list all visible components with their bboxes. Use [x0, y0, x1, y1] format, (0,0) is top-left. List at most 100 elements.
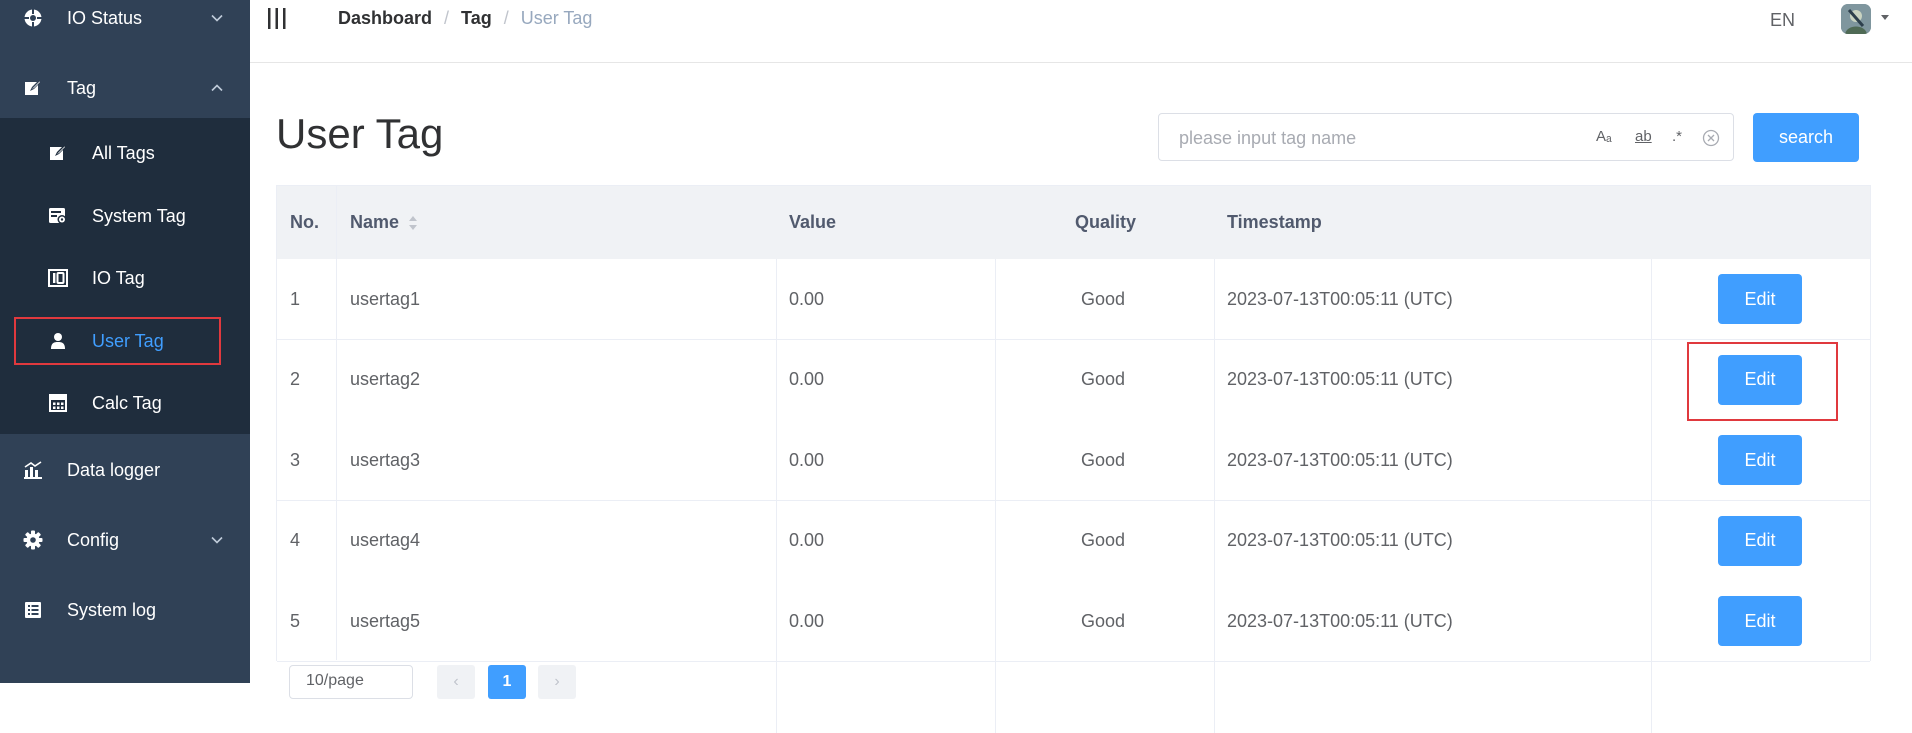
- sidebar-item-all-tags[interactable]: All Tags: [0, 125, 250, 181]
- sidebar-item-calc-tag[interactable]: Calc Tag: [0, 375, 250, 431]
- column-divider: [776, 259, 777, 733]
- breadcrumb-user-tag: User Tag: [520, 8, 593, 28]
- breadcrumb-tag[interactable]: Tag: [461, 8, 492, 29]
- edit-button[interactable]: Edit: [1718, 274, 1802, 324]
- system-tag-icon: [47, 205, 69, 227]
- table-header: No. Name Value Quality Timestamp: [277, 186, 1870, 260]
- cell-timestamp: 2023-07-13T00:05:11 (UTC): [1227, 369, 1453, 389]
- sidebar-item-io-tag[interactable]: IO Tag: [0, 250, 250, 306]
- sidebar-item-user-tag[interactable]: User Tag: [0, 313, 250, 369]
- cell-value: 0.00: [789, 369, 825, 389]
- cell-value: 0.00: [789, 288, 825, 309]
- all-tags-icon: [47, 142, 69, 164]
- cell-name: usertag2: [350, 369, 421, 389]
- cell-timestamp: 2023-07-13T00:05:11 (UTC): [1227, 530, 1453, 550]
- cell-quality: Good: [1081, 449, 1126, 470]
- table-row: 2 usertag2 0.00 Good 2023-07-13T00:05:11 (UT…: [277, 339, 1870, 421]
- table-row: 5 usertag5 0.00 Good 2023-07-13T00:05:11 (UT…: [277, 581, 1870, 662]
- sidebar-item-system-tag[interactable]: System Tag: [0, 188, 250, 244]
- cell-timestamp: 2023-07-13T00:05:11 (UTC): [1227, 610, 1453, 631]
- sidebar-item-all-tags-label: All Tags: [92, 142, 155, 163]
- sidebar-item-user-tag-label: User Tag: [92, 330, 164, 351]
- io-status-icon: [22, 7, 44, 29]
- match-case-icon[interactable]: Aₐ: [1596, 128, 1612, 145]
- column-divider: [1651, 259, 1652, 733]
- menu-io-status[interactable]: IO Status: [0, 0, 250, 46]
- match-word-icon[interactable]: ab: [1635, 128, 1652, 145]
- edit-button[interactable]: Edit: [1718, 515, 1802, 566]
- cell-quality: Good: [1081, 288, 1126, 309]
- column-timestamp: Timestamp: [1227, 212, 1322, 232]
- search-input[interactable]: [1177, 114, 1561, 162]
- menu-data-logger-label: Data logger: [67, 459, 161, 480]
- column-name[interactable]: Name: [350, 186, 419, 259]
- menu-config-label: Config: [67, 529, 120, 550]
- gear-icon: [22, 529, 44, 551]
- language-selector[interactable]: EN: [1770, 10, 1795, 31]
- cell-no: 3: [290, 449, 301, 470]
- sort-icon[interactable]: [407, 214, 419, 232]
- cell-timestamp: 2023-07-13T00:05:11 (UTC): [1227, 449, 1453, 470]
- cell-no: 5: [290, 610, 301, 631]
- chevron-up-icon: [211, 84, 223, 92]
- menu-tag[interactable]: Tag: [0, 60, 250, 116]
- tag-icon: [22, 77, 44, 99]
- cell-timestamp: 2023-07-13T00:05:11 (UTC): [1227, 288, 1453, 309]
- caret-down-icon[interactable]: [1880, 14, 1890, 22]
- cell-no: 4: [290, 530, 301, 550]
- io-tag-icon: [47, 267, 69, 289]
- page-size-select[interactable]: 10/page: [289, 665, 413, 699]
- table-row: 4 usertag4 0.00 Good 2023-07-13T00:05:11 (UT…: [277, 500, 1870, 582]
- regex-icon[interactable]: .*: [1672, 128, 1682, 145]
- sidebar-item-calc-tag-label: Calc Tag: [92, 392, 162, 413]
- menu-system-log[interactable]: System log: [0, 582, 250, 638]
- menu-config[interactable]: Config: [0, 512, 250, 568]
- system-log-icon: [22, 599, 44, 621]
- column-no: No.: [290, 212, 319, 232]
- chevron-down-icon: [211, 14, 223, 22]
- cell-value: 0.00: [789, 610, 825, 631]
- prev-page-button[interactable]: ‹: [437, 665, 475, 699]
- data-logger-icon: [22, 459, 44, 481]
- cell-name: usertag1: [350, 288, 421, 309]
- page-number-button[interactable]: 1: [488, 665, 526, 699]
- cell-name: usertag3: [350, 449, 421, 470]
- sidebar: IO Status Tag All Tags System Tag IO Tag…: [0, 0, 250, 683]
- cell-name: usertag5: [350, 610, 421, 631]
- cell-value: 0.00: [789, 530, 825, 550]
- table-row: 1 usertag1 0.00 Good 2023-07-13T00:05:11 (UT…: [277, 259, 1870, 340]
- cell-name: usertag4: [350, 530, 421, 550]
- topbar: Dashboard / Tag / User Tag EN: [250, 0, 1912, 63]
- user-tag-table: No. Name Value Quality Timestamp 1 userta…: [276, 185, 1871, 733]
- breadcrumb-separator: /: [503, 8, 509, 28]
- cell-quality: Good: [1081, 610, 1126, 631]
- clear-icon[interactable]: [1702, 129, 1720, 147]
- column-divider: [336, 186, 337, 660]
- search-button[interactable]: search: [1753, 113, 1859, 162]
- column-divider: [995, 259, 996, 733]
- avatar[interactable]: [1841, 4, 1871, 34]
- chevron-down-icon: [211, 536, 223, 544]
- menu-io-status-label: IO Status: [67, 7, 143, 28]
- user-icon: [47, 330, 69, 352]
- breadcrumb: Dashboard / Tag / User Tag: [338, 8, 592, 29]
- breadcrumb-separator: /: [444, 8, 450, 28]
- column-value: Value: [789, 212, 837, 232]
- hamburger-icon[interactable]: [266, 6, 288, 30]
- search-box: Aₐ ab .*: [1158, 113, 1734, 162]
- menu-data-logger[interactable]: Data logger: [0, 442, 250, 498]
- cell-no: 2: [290, 369, 301, 389]
- next-page-button[interactable]: ›: [538, 665, 576, 699]
- page-title: User Tag: [276, 110, 444, 157]
- calc-icon: [47, 392, 69, 414]
- menu-tag-label: Tag: [67, 77, 97, 98]
- edit-button[interactable]: Edit: [1718, 596, 1802, 646]
- sidebar-item-io-tag-label: IO Tag: [92, 267, 145, 288]
- edit-button[interactable]: Edit: [1718, 435, 1802, 485]
- column-quality: Quality: [1075, 212, 1137, 232]
- edit-button[interactable]: Edit: [1718, 354, 1802, 405]
- column-name-label: Name: [350, 212, 400, 232]
- column-divider: [1214, 259, 1215, 733]
- breadcrumb-dashboard[interactable]: Dashboard: [338, 8, 432, 29]
- menu-system-log-label: System log: [67, 599, 157, 620]
